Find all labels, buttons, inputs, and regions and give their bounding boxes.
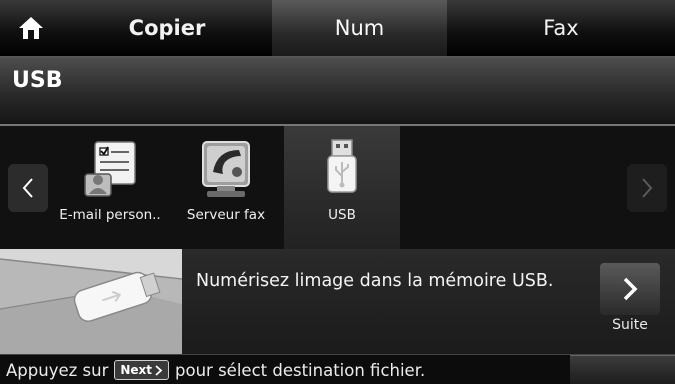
destination-fax-label: Serveur fax (186, 207, 266, 223)
tab-fax-label: Fax (543, 16, 579, 40)
tab-copier-label: Copier (128, 16, 206, 40)
email-person-icon (75, 134, 145, 204)
scan-screen: Copier Num Fax USB E-mail person.. Serve… (0, 0, 675, 384)
home-button[interactable] (0, 0, 62, 56)
usb-icon (307, 134, 377, 204)
status-prefix: Appuyez sur (6, 360, 109, 380)
destination-list: E-mail person.. Serveur fax USB (52, 126, 400, 250)
status-bar: Appuyez sur Next pour sélect destination… (0, 354, 675, 384)
top-tab-bar: Copier Num Fax (0, 0, 675, 58)
next-key-label: Next (120, 363, 153, 377)
chevron-right-icon (155, 364, 163, 376)
home-icon (19, 17, 43, 39)
destination-fax-server[interactable]: Serveur fax (168, 126, 284, 250)
next-key-chip: Next (114, 360, 170, 380)
chevron-right-icon (642, 178, 653, 198)
suite-button[interactable] (600, 263, 660, 315)
status-decoration (570, 355, 675, 384)
fax-server-icon (191, 134, 261, 204)
tab-copier[interactable]: Copier (62, 0, 272, 56)
destination-email-label: E-mail person.. (59, 207, 161, 223)
info-message: Numérisez limage dans la mémoire USB. (196, 271, 554, 291)
scroll-right-button[interactable] (627, 164, 667, 212)
chevron-left-icon (22, 178, 33, 198)
suite-label: Suite (612, 317, 648, 333)
scroll-left-button[interactable] (8, 164, 48, 212)
tab-num[interactable]: Num (272, 0, 447, 56)
usb-illustration (0, 249, 182, 354)
info-panel: Numérisez limage dans la mémoire USB. Su… (0, 249, 675, 354)
title-bar: USB (0, 58, 675, 124)
chevron-right-icon (623, 277, 638, 301)
status-message: Appuyez sur Next pour sélect destination… (6, 360, 425, 380)
destination-usb-label: USB (328, 207, 356, 223)
page-title: USB (12, 68, 63, 93)
tab-fax[interactable]: Fax (447, 0, 675, 56)
status-suffix: pour sélect destination fichier. (175, 360, 426, 380)
tab-num-label: Num (334, 16, 385, 40)
destination-email-person[interactable]: E-mail person.. (52, 126, 168, 250)
destination-strip: E-mail person.. Serveur fax USB (0, 124, 675, 251)
destination-usb[interactable]: USB (284, 126, 400, 250)
